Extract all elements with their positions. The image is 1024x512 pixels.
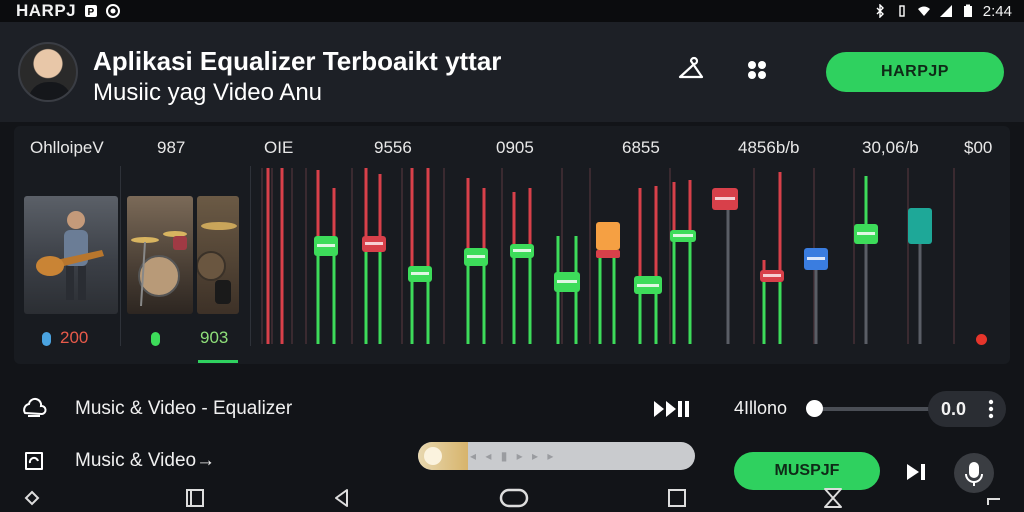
signal-icon (939, 5, 952, 17)
row-1-label[interactable]: Music & Video - Equalizer (75, 398, 292, 420)
nav-recent-icon[interactable] (183, 487, 207, 509)
navigation-bar (0, 484, 1024, 512)
header-action-button[interactable]: HARPJP (826, 52, 1004, 92)
player-row-2: Music & Video→ ◂ ◂ ▮ ▸ ▸ ▸ MUSPJF (0, 437, 1024, 493)
status-bar: HARPJ P 2:44 (0, 0, 1024, 22)
nav-hourglass-icon[interactable] (821, 487, 845, 509)
bluetooth-icon (876, 4, 884, 18)
refresh-music-icon[interactable] (20, 447, 48, 475)
seek-bar-knob[interactable] (424, 447, 442, 465)
volume-slider-track[interactable] (808, 407, 938, 411)
volume-value-pill (928, 391, 1006, 427)
volume-label: 4Illono (734, 398, 788, 418)
nav-diamond-icon[interactable] (20, 487, 44, 509)
hanger-icon[interactable] (676, 55, 706, 85)
nav-square-icon[interactable] (665, 487, 689, 509)
skip-next-icon[interactable] (905, 462, 927, 482)
more-options-icon[interactable] (988, 399, 994, 419)
app-header: Aplikasi Equalizer Terboaikt yttar Musii… (0, 22, 1024, 122)
seek-bar[interactable] (418, 442, 695, 470)
play-next-icon[interactable] (652, 398, 692, 420)
player-row-1: Music & Video - Equalizer 4Illono 0.0 (0, 385, 1024, 433)
grid-dots-icon[interactable] (742, 55, 772, 85)
nav-corner-icon[interactable] (982, 487, 1006, 509)
green-bars (316, 176, 868, 344)
status-time: 2:44 (982, 2, 1012, 20)
nav-back-icon[interactable] (330, 487, 354, 509)
vibrate-icon (899, 5, 905, 17)
page-subtitle: Musiic yag Video Anu (93, 79, 323, 106)
equalizer-sliders[interactable] (14, 126, 1010, 364)
record-icon (106, 4, 121, 18)
grey-bars (726, 208, 922, 344)
slider-knobs[interactable] (314, 188, 932, 294)
app-p-icon: P (85, 5, 98, 18)
row-2-label[interactable]: Music & Video→ (75, 450, 215, 472)
cloud-headphone-icon[interactable] (20, 395, 48, 423)
status-app-name: HARPJ (16, 1, 77, 20)
equalizer-panel: OhlloipeV 987 OIE 9556 0905 6855 4856b/b… (14, 126, 1010, 364)
volume-value: 0.0 (941, 399, 967, 419)
avatar[interactable] (18, 42, 78, 102)
red-indicator-dot (976, 334, 987, 345)
svg-text:P: P (88, 7, 95, 18)
page-title: Aplikasi Equalizer Terboaikt yttar (93, 46, 502, 76)
seek-ticks: ◂ ◂ ▮ ▸ ▸ ▸ (470, 449, 557, 463)
wifi-icon (917, 6, 930, 16)
nav-home-icon[interactable] (499, 487, 529, 509)
battery-icon (963, 4, 972, 17)
volume-slider-knob[interactable] (806, 400, 823, 417)
